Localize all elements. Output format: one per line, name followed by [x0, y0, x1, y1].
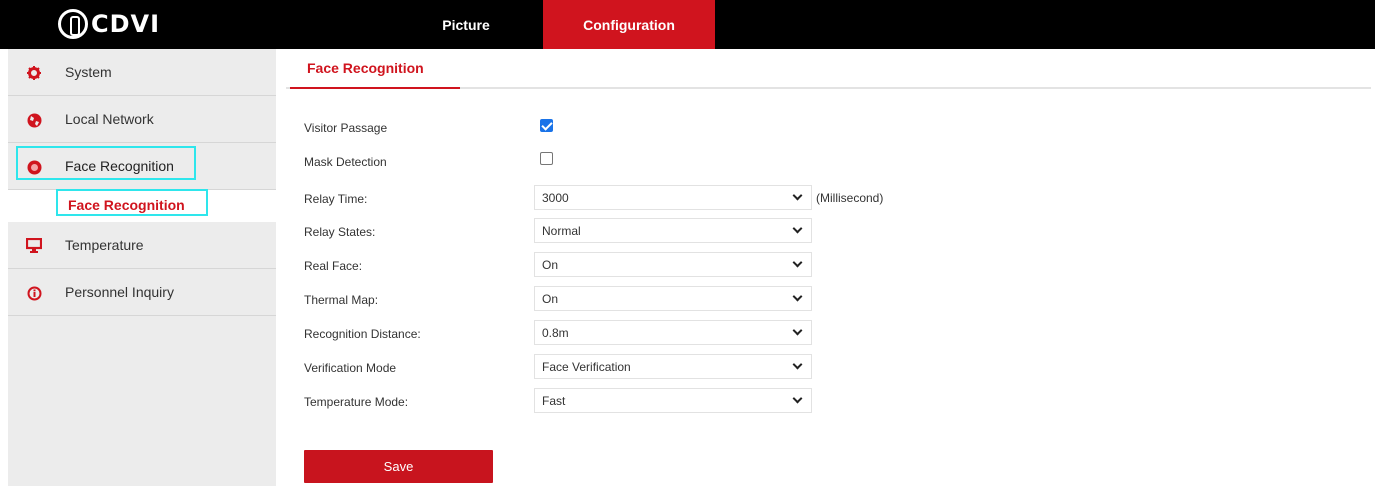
logo-icon	[58, 9, 88, 39]
mask-detection-checkbox[interactable]	[540, 152, 553, 165]
sidebar-item-label: Personnel Inquiry	[65, 284, 174, 300]
globe-icon	[26, 112, 42, 128]
monitor-icon	[26, 237, 42, 253]
verification-mode-select[interactable]: Face Verification	[534, 354, 812, 379]
relay-states-value: Normal	[542, 224, 581, 238]
logo-text: CDVI	[91, 10, 161, 38]
info-icon	[26, 285, 42, 301]
sidebar-item-label: System	[65, 64, 112, 80]
sidebar: System Local Network Face Recognition Fa…	[8, 49, 276, 486]
sidebar-item-label: Local Network	[65, 111, 154, 127]
recognition-distance-label: Recognition Distance:	[304, 327, 421, 341]
chevron-down-icon	[792, 359, 803, 370]
nav-picture[interactable]: Picture	[390, 0, 542, 49]
tab-active-underline	[290, 87, 460, 89]
verification-mode-label: Verification Mode	[304, 361, 397, 375]
save-button[interactable]: Save	[304, 450, 493, 483]
chevron-down-icon	[792, 325, 803, 336]
visitor-passage-label: Visitor Passage	[304, 121, 388, 135]
mask-detection-label: Mask Detection	[304, 155, 387, 169]
visitor-passage-checkbox[interactable]	[540, 119, 553, 132]
relay-states-label: Relay States:	[304, 225, 376, 239]
tab-face-recognition[interactable]: Face Recognition	[290, 49, 460, 89]
chevron-down-icon	[792, 257, 803, 268]
chevron-down-icon	[792, 291, 803, 302]
main-content: Face Recognition Visitor Passage Mask De…	[286, 49, 1375, 486]
sidebar-item-temperature[interactable]: Temperature	[8, 222, 276, 269]
relay-time-label: Relay Time:	[304, 192, 368, 206]
sidebar-item-label: Temperature	[65, 237, 144, 253]
highlight-box	[56, 189, 208, 216]
relay-time-unit: (Millisecond)	[816, 191, 884, 205]
gear-icon	[26, 65, 42, 81]
recognition-distance-value: 0.8m	[542, 326, 569, 340]
highlight-box	[16, 146, 196, 180]
verification-mode-value: Face Verification	[542, 360, 631, 374]
top-bar: CDVI Picture Configuration	[0, 0, 1375, 49]
real-face-label: Real Face:	[304, 259, 363, 273]
thermal-map-value: On	[542, 292, 559, 306]
sidebar-item-local-network[interactable]: Local Network	[8, 96, 276, 143]
real-face-select[interactable]: On	[534, 252, 812, 277]
sidebar-item-system[interactable]: System	[8, 49, 276, 96]
cdvi-logo: CDVI	[58, 8, 160, 40]
chevron-down-icon	[792, 223, 803, 234]
relay-time-select[interactable]: 3000	[534, 185, 812, 210]
temperature-mode-value: Fast	[542, 394, 566, 408]
chevron-down-icon	[792, 190, 803, 201]
tab-label: Face Recognition	[307, 60, 424, 76]
temperature-mode-label: Temperature Mode:	[304, 395, 409, 409]
recognition-distance-select[interactable]: 0.8m	[534, 320, 812, 345]
thermal-map-label: Thermal Map:	[304, 293, 379, 307]
relay-time-value: 3000	[542, 191, 569, 205]
relay-states-select[interactable]: Normal	[534, 218, 812, 243]
temperature-mode-select[interactable]: Fast	[534, 388, 812, 413]
nav-configuration[interactable]: Configuration	[543, 0, 715, 49]
chevron-down-icon	[792, 393, 803, 404]
real-face-value: On	[542, 258, 559, 272]
sidebar-item-personnel-inquiry[interactable]: Personnel Inquiry	[8, 269, 276, 316]
thermal-map-select[interactable]: On	[534, 286, 812, 311]
